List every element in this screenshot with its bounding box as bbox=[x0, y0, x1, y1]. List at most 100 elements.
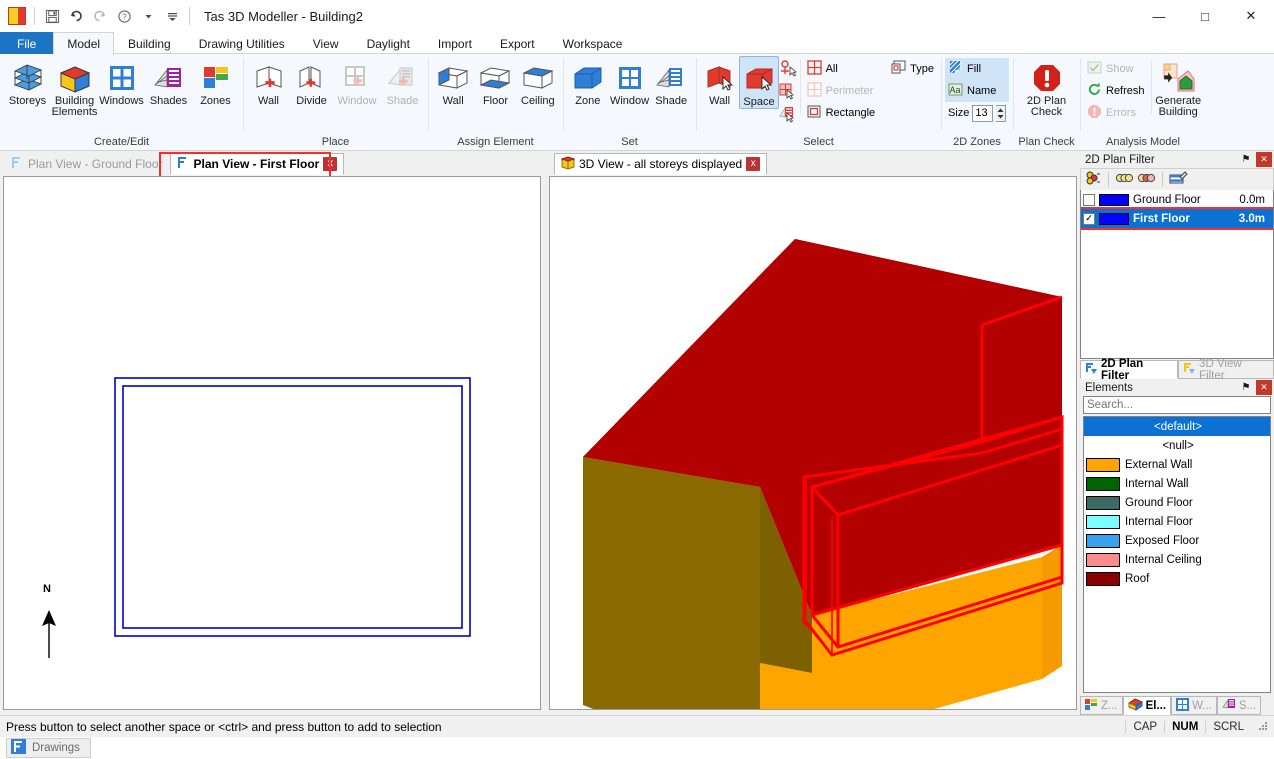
storey-row-first[interactable]: ✓ First Floor 3.0m bbox=[1081, 207, 1273, 230]
plan-view-canvas[interactable]: N Overhang on the Storey cal bbox=[3, 176, 541, 710]
assign-ceiling-button[interactable]: Ceiling bbox=[517, 56, 559, 107]
element-row-default[interactable]: <default> bbox=[1084, 417, 1270, 436]
generate-building-label: Generate Building bbox=[1155, 95, 1202, 118]
size-input[interactable]: 13 bbox=[972, 104, 993, 122]
plan-filter-pin-icon[interactable]: ⚑ bbox=[1238, 152, 1254, 167]
ribbon-tab-import[interactable]: Import bbox=[424, 32, 486, 54]
elements-search-input[interactable] bbox=[1083, 396, 1271, 414]
place-divide-icon bbox=[296, 60, 328, 96]
assign-wall-button[interactable]: Wall bbox=[432, 56, 474, 107]
north-arrow-icon bbox=[42, 610, 56, 658]
element-row-roof[interactable]: Roof bbox=[1084, 569, 1270, 588]
storey-checkbox-first[interactable]: ✓ bbox=[1083, 212, 1095, 225]
shades-button[interactable]: Shades bbox=[145, 56, 192, 107]
panel-tab-zones[interactable]: Z... bbox=[1080, 696, 1123, 715]
name-toggle[interactable]: Aa Name bbox=[945, 80, 1009, 102]
element-row-internal-wall[interactable]: Internal Wall bbox=[1084, 474, 1270, 493]
select-rectangle-item[interactable]: Rectangle bbox=[804, 102, 879, 124]
maximize-button[interactable]: □ bbox=[1182, 0, 1228, 32]
refresh-button[interactable]: Refresh bbox=[1084, 80, 1148, 102]
set-window-label: Window bbox=[609, 95, 650, 107]
place-wall-button[interactable]: Wall bbox=[247, 56, 290, 107]
elements-close-icon[interactable]: ✕ bbox=[1256, 380, 1272, 395]
doc-tab-plan-ground-floor[interactable]: Plan View - Ground Floor bbox=[4, 153, 170, 175]
panel-tab-windows[interactable]: W... bbox=[1171, 696, 1217, 715]
panel-tab-3d-view-filter[interactable]: 3D View Filter bbox=[1178, 358, 1274, 382]
minimize-button[interactable]: — bbox=[1136, 0, 1182, 32]
windows-button[interactable]: Windows bbox=[98, 56, 145, 107]
panel-tab-shades[interactable]: S... bbox=[1216, 696, 1262, 715]
app-logo-icon[interactable] bbox=[6, 5, 28, 27]
size-spinner[interactable] bbox=[996, 104, 1006, 122]
ribbon-tab-drawing-utilities[interactable]: Drawing Utilities bbox=[185, 32, 299, 54]
element-row-external-wall[interactable]: External Wall bbox=[1084, 455, 1270, 474]
zones-button[interactable]: Zones bbox=[192, 56, 239, 107]
plan-filter-close-icon[interactable]: ✕ bbox=[1256, 152, 1272, 167]
storeys-button[interactable]: Storeys bbox=[4, 56, 51, 107]
panel-tab-elements[interactable]: El... bbox=[1122, 696, 1172, 715]
elements-list[interactable]: <default> <null> External Wall Internal … bbox=[1083, 416, 1271, 693]
set-zone-button[interactable]: Zone bbox=[567, 56, 609, 107]
save-icon[interactable] bbox=[41, 5, 63, 27]
resize-grip-icon[interactable] bbox=[1251, 720, 1268, 734]
panel-tab-label-windows: W... bbox=[1192, 699, 1212, 712]
ribbon-tab-workspace[interactable]: Workspace bbox=[549, 32, 637, 54]
select-window-icon[interactable] bbox=[779, 82, 797, 103]
2d-zones-items: Fill Aa Name Size 13 bbox=[945, 56, 1009, 124]
set-shade-button[interactable]: Shade bbox=[650, 56, 692, 107]
assign-floor-button[interactable]: Floor bbox=[474, 56, 516, 107]
fill-icon bbox=[948, 59, 963, 78]
show-selected-storeys-icon[interactable] bbox=[1137, 171, 1156, 188]
view-3d-canvas[interactable] bbox=[549, 176, 1077, 710]
doc-tab-3d-view[interactable]: 3D View - all storeys displayed x bbox=[554, 153, 768, 175]
generate-building-button[interactable]: Generate Building bbox=[1154, 56, 1202, 118]
select-space-button[interactable]: Space bbox=[739, 56, 779, 109]
show-all-storeys-icon[interactable] bbox=[1115, 171, 1134, 188]
ribbon-tab-file[interactable]: File bbox=[0, 32, 54, 54]
edit-storeys-icon[interactable] bbox=[1169, 170, 1188, 189]
select-type-item[interactable]: Type bbox=[888, 58, 937, 80]
ribbon-tab-model[interactable]: Model bbox=[53, 32, 115, 55]
customize-qat-icon[interactable] bbox=[161, 5, 183, 27]
filter-settings-icon[interactable] bbox=[1085, 171, 1102, 189]
select-all-item[interactable]: All bbox=[804, 58, 879, 80]
set-window-icon bbox=[616, 60, 644, 96]
storey-row-ground[interactable]: Ground Floor 0.0m bbox=[1081, 190, 1273, 209]
fill-toggle[interactable]: Fill bbox=[945, 58, 1009, 80]
doc-tab-close-first[interactable]: x bbox=[323, 157, 338, 171]
place-divide-button[interactable]: Divide bbox=[290, 56, 333, 107]
storey-list[interactable]: Ground Floor 0.0m ✓ First Floor 3.0m bbox=[1080, 190, 1274, 359]
undo-icon[interactable] bbox=[65, 5, 87, 27]
ribbon-tab-view[interactable]: View bbox=[299, 32, 353, 54]
element-row-null[interactable]: <null> bbox=[1084, 436, 1270, 455]
doc-tab-close-3d[interactable]: x bbox=[746, 157, 761, 171]
close-button[interactable]: ✕ bbox=[1228, 0, 1274, 32]
plan-check-button[interactable]: 2D Plan Check bbox=[1017, 56, 1076, 118]
taskbar-button-drawings[interactable]: Drawings bbox=[6, 738, 91, 758]
set-window-button[interactable]: Window bbox=[609, 56, 651, 107]
element-row-exposed-floor[interactable]: Exposed Floor bbox=[1084, 531, 1270, 550]
select-wall-button[interactable]: Wall bbox=[700, 56, 739, 107]
ribbon-tab-building[interactable]: Building bbox=[114, 32, 185, 54]
help-icon[interactable]: ? bbox=[113, 5, 135, 27]
select-small-items: All Perimeter Rectangle bbox=[804, 56, 879, 124]
chevron-down-icon[interactable] bbox=[137, 5, 159, 27]
redo-icon[interactable] bbox=[89, 5, 111, 27]
plan-drawing: N Overhang on the Storey cal bbox=[4, 177, 540, 709]
panel-tab-2d-plan-filter[interactable]: 2D Plan Filter bbox=[1080, 358, 1179, 382]
storey-checkbox-ground[interactable] bbox=[1083, 193, 1095, 206]
select-point-icon[interactable] bbox=[779, 59, 797, 80]
panel-tab-label-shades: S... bbox=[1238, 699, 1257, 712]
ribbon-tab-export[interactable]: Export bbox=[486, 32, 549, 54]
element-row-ground-floor[interactable]: Ground Floor bbox=[1084, 493, 1270, 512]
select-type-column: Type bbox=[878, 56, 937, 80]
select-shade-icon[interactable] bbox=[779, 105, 797, 126]
elements-pin-icon[interactable]: ⚑ bbox=[1238, 380, 1254, 395]
element-row-internal-ceiling[interactable]: Internal Ceiling bbox=[1084, 550, 1270, 569]
doc-tab-plan-first-floor[interactable]: Plan View - First Floor x bbox=[169, 153, 345, 175]
building-elements-button[interactable]: Building Elements bbox=[51, 56, 98, 118]
set-shade-label: Shade bbox=[655, 95, 688, 107]
elements-caption: Elements ⚑ ✕ bbox=[1080, 379, 1274, 396]
element-row-internal-floor[interactable]: Internal Floor bbox=[1084, 512, 1270, 531]
ribbon-tab-daylight[interactable]: Daylight bbox=[353, 32, 424, 54]
